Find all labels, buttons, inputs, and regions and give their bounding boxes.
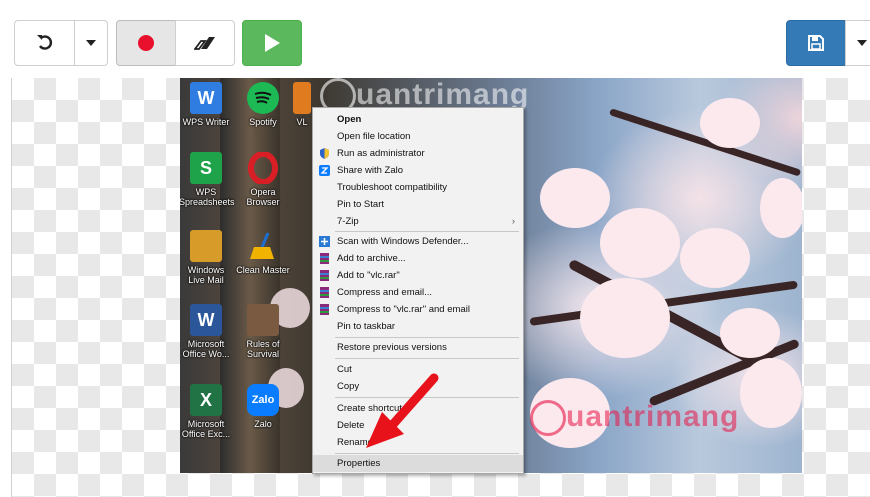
desktop-icon-label: Clean Master — [236, 265, 290, 275]
eraser-button[interactable] — [175, 20, 235, 66]
menu-separator — [335, 231, 519, 232]
desktop-icon-label: Windows Live Mail — [187, 265, 225, 285]
winrar-icon — [320, 287, 329, 298]
desktop-icon-clean-master[interactable]: Clean Master — [236, 230, 290, 275]
save-dropdown-button[interactable] — [845, 20, 870, 66]
menu-item-open[interactable]: Open — [313, 111, 523, 128]
desktop-icon-label: VL — [296, 117, 308, 127]
undo-dropdown-button[interactable] — [74, 20, 108, 66]
desktop-icon-vlc[interactable]: VL — [293, 82, 311, 127]
desktop-icon-windows-live-mail[interactable]: Windows Live Mail — [180, 230, 233, 285]
desktop-icon-wps-writer[interactable]: W WPS Writer — [180, 82, 233, 127]
annotation-arrow-icon — [366, 373, 439, 448]
blossom — [720, 308, 780, 358]
desktop-icon-wps-spreadsheets[interactable]: S WPS Spreadsheets — [180, 152, 235, 207]
menu-item-troubleshoot-compatibility[interactable]: Troubleshoot compatibility — [313, 179, 523, 196]
menu-separator — [335, 358, 519, 359]
vlc-icon — [293, 82, 311, 114]
desktop-icon-opera[interactable]: Opera Browser — [236, 152, 290, 207]
spotify-icon — [247, 82, 279, 114]
record-icon — [138, 35, 154, 51]
blossom — [580, 278, 670, 358]
menu-separator — [335, 337, 519, 338]
desktop-icon-microsoft-excel[interactable]: X Microsoft Office Exc... — [180, 384, 233, 439]
desktop-icon-label: Spotify — [249, 117, 277, 127]
game-icon — [247, 304, 279, 336]
blossom — [540, 168, 610, 228]
menu-item-open-file-location[interactable]: Open file location — [313, 128, 523, 145]
desktop-icon-zalo[interactable]: Zalo Zalo — [236, 384, 290, 429]
watermark-logo-icon — [530, 400, 566, 437]
winrar-icon — [320, 270, 329, 281]
wps-spreadsheets-icon: S — [190, 152, 222, 184]
record-button[interactable] — [116, 20, 176, 66]
menu-item-share-with-zalo[interactable]: Share with Zalo — [313, 162, 523, 179]
word-icon: W — [190, 304, 222, 336]
menu-item-add-to-vlc-rar[interactable]: Add to "vlc.rar" — [313, 267, 523, 284]
menu-item-restore-previous-versions[interactable]: Restore previous versions — [313, 339, 523, 356]
desktop-icon-spotify[interactable]: Spotify — [236, 82, 290, 127]
defender-icon — [319, 236, 330, 247]
undo-button[interactable] — [14, 20, 75, 66]
menu-item-properties[interactable]: Properties — [313, 455, 523, 472]
watermark-bottom: uantrimang — [530, 400, 739, 437]
desktop-icon-label: WPS Spreadsheets — [180, 187, 235, 207]
menu-item-compress-to-vlc-rar-and-email[interactable]: Compress to "vlc.rar" and email — [313, 301, 523, 318]
opera-icon — [247, 152, 279, 184]
menu-item-7-zip[interactable]: 7-Zip › — [313, 213, 523, 230]
desktop-icon-label: WPS Writer — [182, 117, 230, 127]
menu-item-scan-with-windows-defender[interactable]: Scan with Windows Defender... — [313, 233, 523, 250]
chevron-right-icon: › — [511, 216, 515, 227]
desktop-icon-rules-of-survival[interactable]: Rules of Survival — [236, 304, 290, 359]
zalo-icon — [319, 165, 330, 176]
winrar-icon — [320, 304, 329, 315]
excel-icon: X — [190, 384, 222, 416]
menu-item-pin-to-start[interactable]: Pin to Start — [313, 196, 523, 213]
menu-item-compress-and-email[interactable]: Compress and email... — [313, 284, 523, 301]
play-button[interactable] — [242, 20, 302, 66]
undo-icon — [36, 35, 52, 50]
desktop-icon-label: Microsoft Office Exc... — [181, 419, 231, 439]
wps-writer-icon: W — [190, 82, 222, 114]
desktop-icon-label: Rules of Survival — [246, 339, 280, 359]
zalo-icon: Zalo — [247, 384, 279, 416]
canvas-border — [11, 78, 12, 497]
blossom — [700, 98, 760, 148]
menu-item-run-as-administrator[interactable]: Run as administrator — [313, 145, 523, 162]
shield-icon — [320, 148, 329, 159]
blossom — [600, 208, 680, 278]
menu-item-pin-to-taskbar[interactable]: Pin to taskbar — [313, 318, 523, 335]
desktop-icon-label: Zalo — [254, 419, 272, 429]
play-icon — [265, 34, 280, 52]
save-button[interactable] — [786, 20, 846, 66]
toolbar — [0, 0, 870, 78]
blossom — [680, 228, 750, 288]
chevron-down-icon — [857, 40, 867, 46]
desktop-icon-label: Opera Browser — [246, 187, 280, 207]
winrar-icon — [320, 253, 329, 264]
blossom — [760, 178, 802, 238]
chevron-down-icon — [86, 40, 96, 46]
menu-item-add-to-archive[interactable]: Add to archive... — [313, 250, 523, 267]
blossom — [740, 358, 802, 428]
desktop-icon-label: Microsoft Office Wo... — [182, 339, 230, 359]
desktop-icon-microsoft-word[interactable]: W Microsoft Office Wo... — [180, 304, 233, 359]
menu-separator — [335, 453, 519, 454]
mail-icon — [190, 230, 222, 262]
eraser-icon — [194, 37, 215, 50]
broom-icon — [247, 230, 279, 262]
save-icon — [808, 35, 824, 51]
